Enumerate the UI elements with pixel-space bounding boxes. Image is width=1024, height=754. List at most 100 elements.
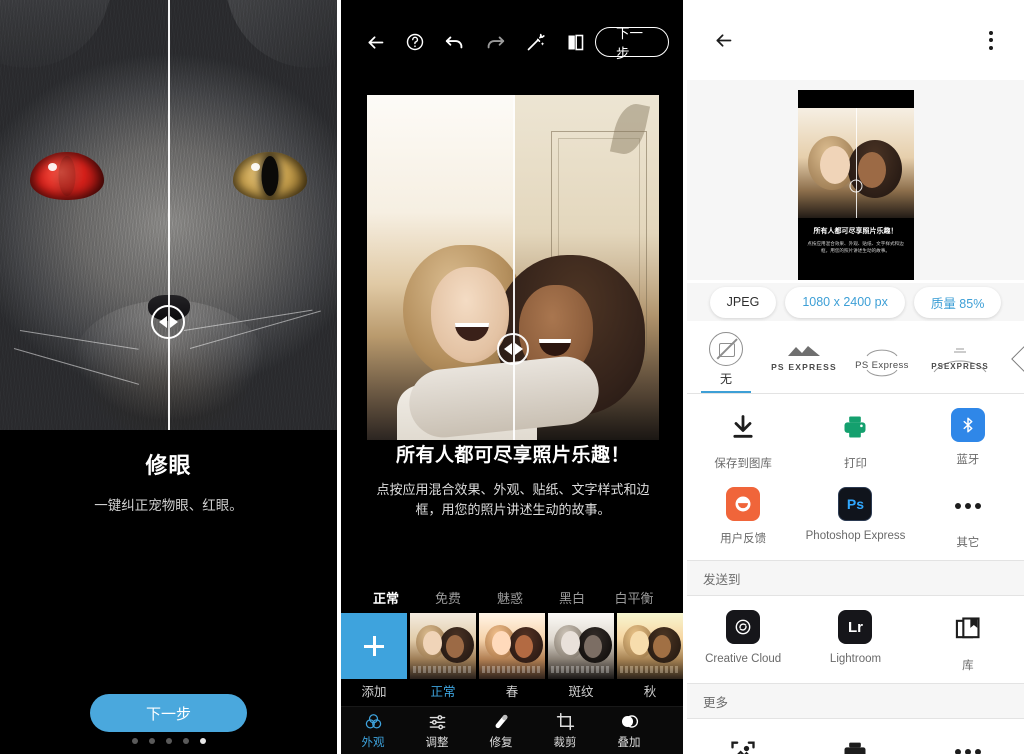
send-to-library[interactable]: 库 xyxy=(912,610,1024,673)
page-indicator xyxy=(0,738,337,744)
thumbnail-label-normal[interactable]: 正常 xyxy=(410,681,476,707)
send-to-lightroom[interactable]: Lr Lightroom xyxy=(799,610,911,673)
resolution-chip[interactable]: 1080 x 2400 px xyxy=(785,286,905,318)
share-item-photoshop-express[interactable]: Ps Photoshop Express xyxy=(799,487,911,550)
more-dots-icon xyxy=(949,733,987,754)
send-to-creative-cloud[interactable]: Creative Cloud xyxy=(687,610,799,673)
redo-icon[interactable] xyxy=(475,22,515,62)
nav-item-text[interactable]: 文 xyxy=(661,712,683,750)
nav-item-heal[interactable]: 修复 xyxy=(469,712,533,750)
share-label: 其它 xyxy=(956,537,980,549)
dot xyxy=(989,38,993,42)
thumbnail-label-add[interactable]: 添加 xyxy=(341,681,407,707)
thumbnail-image xyxy=(479,613,545,679)
nav-item-overlay[interactable]: 叠加 xyxy=(597,712,661,750)
nav-item-adjust[interactable]: 调整 xyxy=(405,712,469,750)
filter-tab-bw[interactable]: 黑白 xyxy=(541,588,603,607)
watermark-option-arc[interactable]: PSEXPRESS xyxy=(921,325,999,393)
preview-headline: 所有人都可尽享照片乐趣！ xyxy=(813,228,898,235)
preview-photo xyxy=(797,108,914,218)
page-dot[interactable] xyxy=(165,738,172,744)
page-dot-active[interactable] xyxy=(199,738,206,744)
share-item-save-to-gallery[interactable]: 保存到图库 xyxy=(687,408,799,471)
pet-eye-before-after-image[interactable] xyxy=(0,0,337,430)
share-item-print[interactable]: 打印 xyxy=(799,408,911,471)
quality-chip[interactable]: 质量 85% xyxy=(913,286,1002,318)
filter-thumbnail-autumn[interactable] xyxy=(617,613,683,679)
arrow-left-glyph xyxy=(158,316,167,328)
watermark-option-diamond[interactable]: P S xyxy=(999,325,1024,393)
more-item-photo-frame[interactable] xyxy=(687,733,799,754)
more-item-print[interactable] xyxy=(799,733,911,754)
crop-icon xyxy=(556,712,574,730)
before-after-divider-line xyxy=(513,95,515,440)
pupil xyxy=(261,156,279,196)
share-item-feedback[interactable]: 用户反馈 xyxy=(687,487,799,550)
next-button[interactable]: 下一步 xyxy=(595,26,669,61)
share-item-other[interactable]: 其它 xyxy=(912,487,1024,550)
filter-thumbnail-mono[interactable] xyxy=(548,613,614,679)
heal-brush-icon xyxy=(495,714,507,728)
eye-glint xyxy=(47,162,57,171)
split-compare-handle-icon[interactable] xyxy=(497,333,529,365)
export-preview-thumbnail[interactable]: 所有人都可尽享照片乐趣！ 点按应用混合效果、外观、贴纸、文字样式和边框，用您的照… xyxy=(797,90,914,280)
thumbnail-label-mono[interactable]: 斑纹 xyxy=(548,681,614,707)
share-label: 保存到图库 xyxy=(714,458,772,470)
share-grid-row-2: 用户反馈 Ps Photoshop Express 其它 xyxy=(687,481,1024,560)
edited-photo-preview[interactable] xyxy=(367,95,659,440)
share-sheet-scroll[interactable]: 保存到图库 打印 蓝牙 用户反馈 Ps Photoshop Express 其它… xyxy=(687,393,1024,754)
nav-item-looks[interactable]: 外观 xyxy=(341,712,405,750)
add-filter-thumbnail[interactable] xyxy=(341,613,407,679)
undo-icon[interactable] xyxy=(435,22,475,62)
share-label: 蓝牙 xyxy=(956,454,980,466)
split-compare-handle-icon[interactable] xyxy=(151,305,185,339)
page-title: 修眼 xyxy=(145,453,192,478)
dots xyxy=(954,749,981,754)
watermark-option-mountain[interactable]: PS EXPRESS xyxy=(765,325,843,393)
photo-editor-panel: 下一步 所有人都可尽享照片乐趣！ 点按应用混合效果、外观、贴纸、文字样式和边框，… xyxy=(341,0,683,754)
watermark-option-none[interactable]: 无 xyxy=(687,325,765,393)
magic-wand-icon[interactable] xyxy=(515,22,555,62)
pupil xyxy=(58,156,76,196)
share-label: 打印 xyxy=(843,458,867,470)
kebab-menu-icon[interactable] xyxy=(974,23,1008,57)
filter-thumbnail-spring[interactable] xyxy=(479,613,545,679)
next-button[interactable]: 下一步 xyxy=(90,694,247,732)
diamond-monogram-icon: P S xyxy=(1011,332,1024,386)
editor-bottom-nav: 外观 调整 修复 裁剪 叠加 文 xyxy=(341,706,683,754)
before-after-divider-line xyxy=(168,0,170,430)
filter-tab-free[interactable]: 免费 xyxy=(417,588,479,607)
watermark-selector: 无 PS EXPRESS PS Express PSEXPRESS xyxy=(687,325,1024,393)
watermark-option-circle[interactable]: PS Express xyxy=(843,325,921,393)
more-item-other[interactable] xyxy=(912,733,1024,754)
thumbnail-image xyxy=(410,613,476,679)
send-to-label: Creative Cloud xyxy=(705,653,782,665)
share-item-bluetooth[interactable]: 蓝牙 xyxy=(912,408,1024,471)
dot xyxy=(989,30,993,35)
thumbnail-label-spring[interactable]: 春 xyxy=(479,681,545,707)
editor-toolbar: 下一步 xyxy=(341,0,683,84)
watermark-label: 无 xyxy=(719,371,732,386)
page-dot[interactable] xyxy=(148,738,155,744)
back-arrow-icon[interactable] xyxy=(703,20,743,60)
filter-tab-portrait-cut[interactable]: 肖 xyxy=(665,588,683,607)
filter-tab-normal[interactable]: 正常 xyxy=(355,588,417,607)
filter-thumbnail-normal[interactable] xyxy=(410,613,476,679)
page-dot[interactable] xyxy=(182,738,189,744)
photo-frame-icon xyxy=(724,733,762,754)
back-arrow-icon[interactable] xyxy=(355,22,395,62)
format-chip[interactable]: JPEG xyxy=(709,286,777,318)
more-grid xyxy=(687,719,1024,754)
filter-tab-charm[interactable]: 魅惑 xyxy=(479,588,541,607)
plus-icon xyxy=(364,636,384,656)
thumb-caption-bar xyxy=(551,666,611,673)
lightroom-icon: Lr xyxy=(838,610,873,644)
thumbnail-label-autumn[interactable]: 秋 xyxy=(617,681,683,707)
before-after-compare-icon[interactable] xyxy=(555,22,595,62)
bluetooth-icon xyxy=(950,408,985,442)
page-dot[interactable] xyxy=(131,738,138,744)
filter-tab-whitebalance[interactable]: 白平衡 xyxy=(603,588,665,607)
help-circle-icon[interactable] xyxy=(395,22,435,62)
nav-item-crop[interactable]: 裁剪 xyxy=(533,712,597,750)
send-to-label: 库 xyxy=(962,660,974,672)
